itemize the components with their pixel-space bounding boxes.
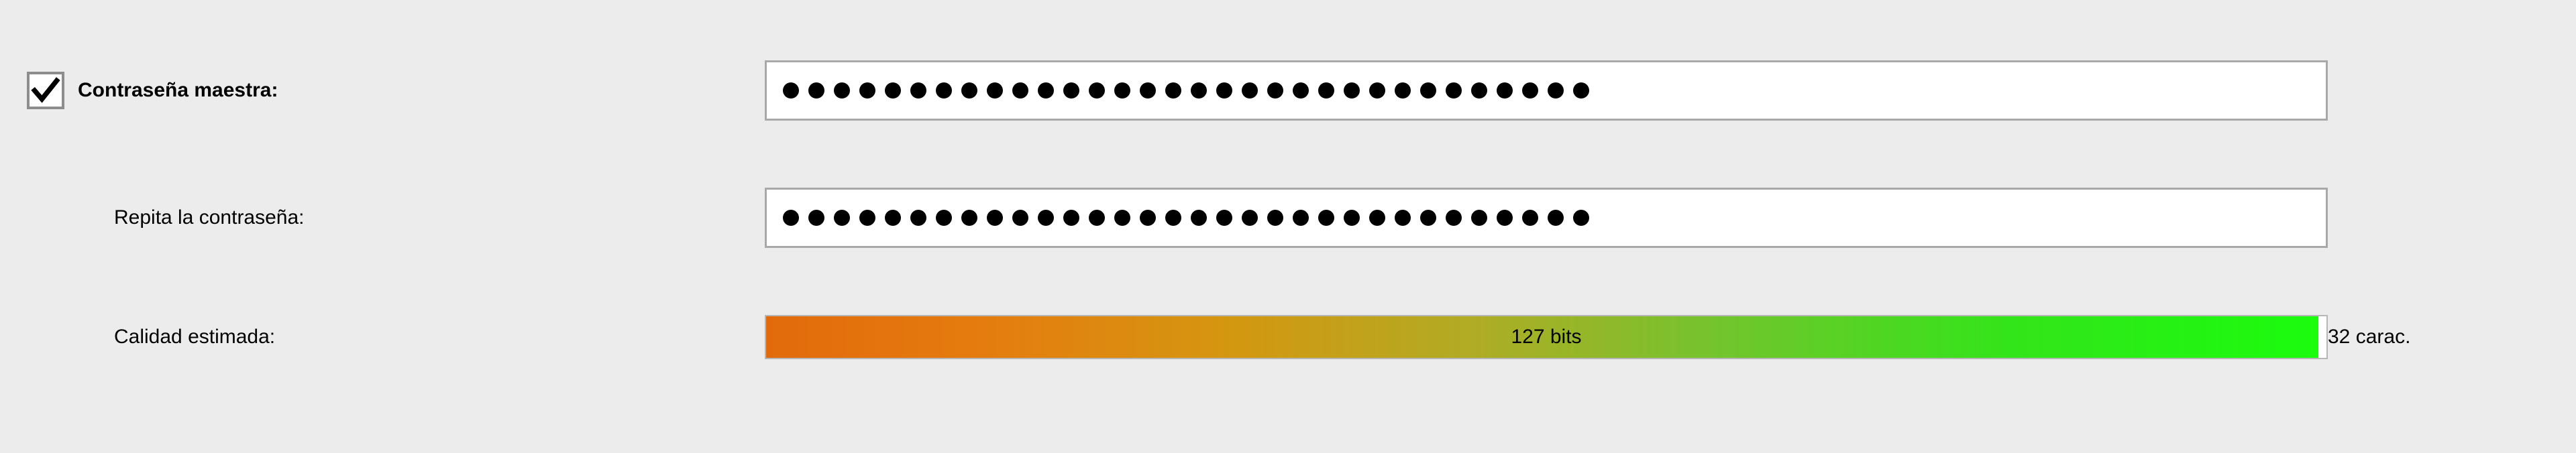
password-strength-meter: 127 bits [765, 315, 2328, 359]
master-password-label: Contraseña maestra: [78, 79, 278, 102]
check-icon [31, 76, 60, 105]
quality-label: Calidad estimada: [114, 326, 275, 348]
repeat-password-input[interactable] [765, 188, 2328, 248]
quality-label-cell: Calidad estimada: [27, 326, 765, 348]
master-password-label-cell: Contraseña maestra: [27, 72, 765, 109]
repeat-password-label-cell: Repita la contraseña: [27, 206, 765, 229]
repeat-password-label: Repita la contraseña: [114, 206, 305, 229]
master-password-checkbox[interactable] [27, 72, 64, 109]
master-password-input[interactable] [765, 60, 2328, 121]
password-mask [783, 82, 1589, 99]
password-char-count: 32 carac. [2328, 326, 2549, 348]
password-strength-bits: 127 bits [766, 316, 2326, 358]
password-form: Contraseña maestra: Repita la contraseña… [0, 0, 2576, 359]
password-mask [783, 210, 1589, 226]
